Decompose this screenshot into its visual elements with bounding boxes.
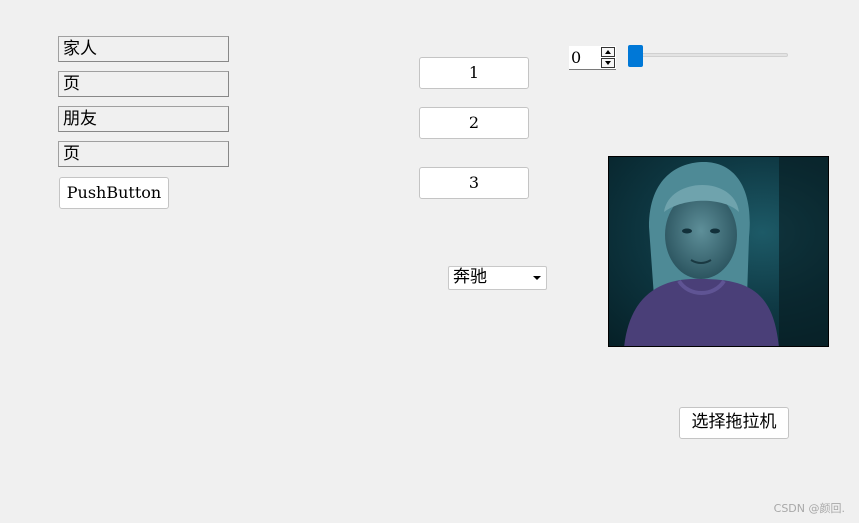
label-page-2: 页 [58, 141, 229, 167]
combobox-selected-value: 奔驰 [453, 267, 487, 287]
slider-track[interactable] [628, 53, 788, 57]
chevron-down-icon [533, 276, 541, 280]
spinbox-value: 0 [571, 48, 582, 67]
portrait-photo-icon [624, 157, 828, 346]
label-friends: 朋友 [58, 106, 229, 132]
number-spinbox[interactable]: 0 [569, 46, 616, 70]
select-tractor-button[interactable]: 选择拖拉机 [679, 407, 789, 439]
portrait-image [608, 156, 829, 347]
button-2[interactable]: 2 [419, 107, 529, 139]
watermark-text: CSDN @颜回. [773, 502, 845, 515]
push-button[interactable]: PushButton [59, 177, 169, 209]
spin-up-arrow-icon[interactable] [601, 47, 615, 57]
label-family: 家人 [58, 36, 229, 62]
button-1[interactable]: 1 [419, 57, 529, 89]
label-page-1: 页 [58, 71, 229, 97]
button-3[interactable]: 3 [419, 167, 529, 199]
spin-down-arrow-icon[interactable] [601, 58, 615, 68]
car-brand-combobox[interactable]: 奔驰 [448, 266, 547, 290]
slider-handle[interactable] [628, 45, 643, 67]
